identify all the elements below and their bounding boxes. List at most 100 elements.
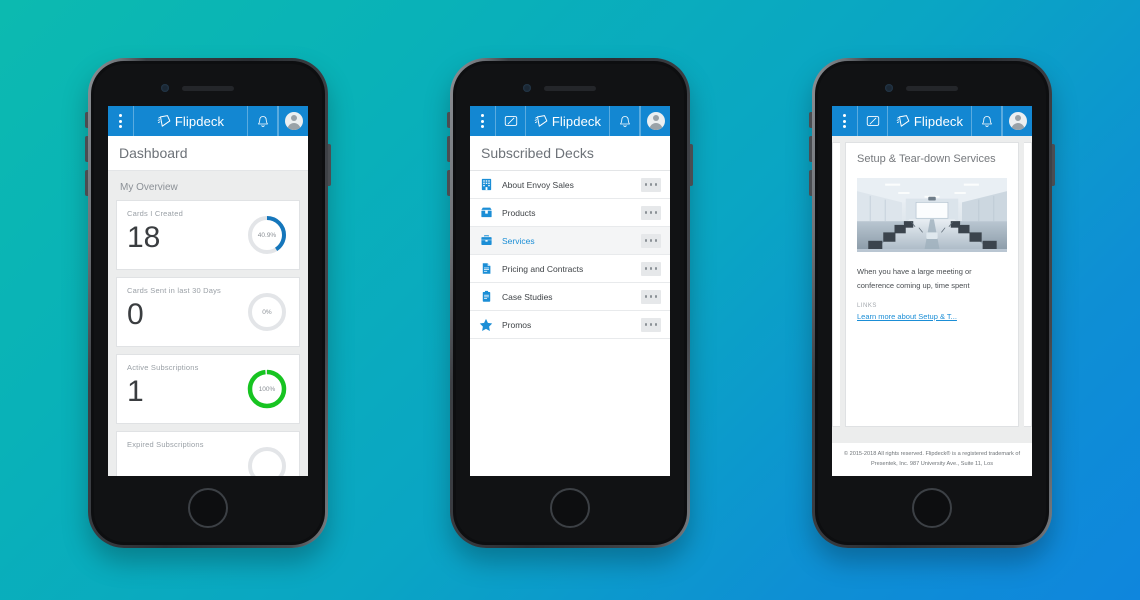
deck-row-products[interactable]: Products — [470, 199, 670, 227]
flipdeck-logo-icon — [896, 114, 910, 127]
kebab-menu-icon — [119, 114, 122, 128]
poster-stage: Flipdeck Dashboard My Overview Cards I C… — [0, 0, 1140, 600]
user-avatar-button[interactable] — [278, 106, 308, 136]
card-link[interactable]: Learn more about Setup & T... — [857, 312, 1007, 321]
user-avatar-icon — [1008, 112, 1027, 130]
brand-logo[interactable]: Flipdeck — [526, 106, 610, 136]
deck-row-case-studies[interactable]: Case Studies — [470, 283, 670, 311]
stat-gauge-ring: 40.9% — [245, 213, 289, 257]
user-avatar-button[interactable] — [1002, 106, 1032, 136]
stat-card-active-subscriptions[interactable]: Active Subscriptions 1 100% — [116, 354, 300, 424]
silent-switch[interactable] — [447, 112, 450, 128]
power-button[interactable] — [690, 144, 693, 186]
kebab-menu-icon — [481, 114, 484, 128]
stat-percent-label: 40.9% — [257, 231, 277, 239]
kebab-menu-icon — [843, 114, 846, 128]
deck-name: Pricing and Contracts — [502, 263, 584, 274]
volume-up-button[interactable] — [447, 136, 450, 162]
silent-switch[interactable] — [809, 112, 812, 128]
stat-percent-label: 100% — [258, 385, 276, 393]
volume-down-button[interactable] — [85, 170, 88, 196]
create-card-button[interactable] — [496, 106, 526, 136]
home-button[interactable] — [550, 488, 590, 528]
screen-subscribed-decks: Flipdeck Subscribed Decks About Envoy Sa… — [470, 106, 670, 476]
stat-card-cards-created[interactable]: Cards I Created 18 40.9% — [116, 200, 300, 270]
stat-gauge-ring: 100% — [245, 367, 289, 411]
create-card-button[interactable] — [858, 106, 888, 136]
phone-body: Flipdeck Setup & Tear-down Services When… — [815, 61, 1049, 545]
create-card-icon — [504, 116, 517, 126]
brand-logo[interactable]: Flipdeck — [888, 106, 972, 136]
notification-bell-icon — [981, 115, 992, 127]
deck-row-pricing-and-contracts[interactable]: Pricing and Contracts — [470, 255, 670, 283]
user-avatar-button[interactable] — [640, 106, 670, 136]
links-label: LINKS — [857, 302, 877, 309]
stat-card-cards-sent[interactable]: Cards Sent in last 30 Days 0 0% — [116, 277, 300, 347]
volume-up-button[interactable] — [809, 136, 812, 162]
section-label-my-overview: My Overview — [120, 182, 178, 193]
page-title: Dashboard — [108, 136, 308, 171]
box-icon — [479, 206, 493, 220]
document-icon — [479, 262, 493, 276]
stat-card-expired-subscriptions[interactable]: Expired Subscriptions — [116, 431, 300, 476]
deck-name: Products — [502, 207, 536, 218]
notification-bell-icon — [619, 115, 630, 127]
notifications-button[interactable] — [248, 106, 278, 136]
earpiece-speaker — [182, 86, 234, 91]
phone-bezel: Flipdeck Subscribed Decks About Envoy Sa… — [456, 64, 684, 542]
volume-down-button[interactable] — [809, 170, 812, 196]
user-avatar-icon — [646, 112, 665, 130]
home-button[interactable] — [188, 488, 228, 528]
card-carousel[interactable]: Setup & Tear-down Services When you have… — [832, 136, 1032, 444]
deck-more-options-button[interactable] — [641, 317, 661, 332]
phone-body: Flipdeck Subscribed Decks About Envoy Sa… — [453, 61, 687, 545]
deck-row-about-envoy-sales[interactable]: About Envoy Sales — [470, 171, 670, 199]
deck-more-options-button[interactable] — [641, 177, 661, 192]
brand-logo[interactable]: Flipdeck — [134, 106, 248, 136]
screen-dashboard: Flipdeck Dashboard My Overview Cards I C… — [108, 106, 308, 476]
deck-name: Promos — [502, 319, 532, 330]
footer-copyright: © 2015-2018 All rights reserved. Flipdec… — [832, 443, 1032, 476]
home-button[interactable] — [912, 488, 952, 528]
previous-card-preview[interactable] — [832, 142, 840, 428]
notifications-button[interactable] — [610, 106, 640, 136]
kebab-menu-button[interactable] — [108, 106, 134, 136]
phone-dashboard: Flipdeck Dashboard My Overview Cards I C… — [85, 58, 331, 548]
next-card-preview[interactable] — [1024, 142, 1032, 428]
card-title: Setup & Tear-down Services — [857, 153, 996, 165]
conference-room-photo — [857, 177, 1007, 252]
kebab-menu-button[interactable] — [470, 106, 496, 136]
volume-down-button[interactable] — [447, 170, 450, 196]
phone-bezel: Flipdeck Dashboard My Overview Cards I C… — [94, 64, 322, 542]
deck-more-options-button[interactable] — [641, 233, 661, 248]
deck-row-promos[interactable]: Promos — [470, 311, 670, 339]
kebab-menu-button[interactable] — [832, 106, 858, 136]
screen-card-viewer: Flipdeck Setup & Tear-down Services When… — [832, 106, 1032, 476]
phone-bezel: Flipdeck Setup & Tear-down Services When… — [818, 64, 1046, 542]
deck-list: About Envoy Sales Products Services Pric… — [470, 171, 670, 476]
deck-more-options-button[interactable] — [641, 205, 661, 220]
star-icon — [479, 318, 493, 332]
volume-up-button[interactable] — [85, 136, 88, 162]
flipdeck-logo-icon — [534, 114, 548, 127]
notifications-button[interactable] — [972, 106, 1002, 136]
phone-subscribed-decks: Flipdeck Subscribed Decks About Envoy Sa… — [447, 58, 693, 548]
power-button[interactable] — [1052, 144, 1055, 186]
deck-more-options-button[interactable] — [641, 289, 661, 304]
deck-more-options-button[interactable] — [641, 261, 661, 276]
brand-name: Flipdeck — [551, 113, 602, 129]
deck-name: Services — [502, 235, 535, 246]
silent-switch[interactable] — [85, 112, 88, 128]
stat-gauge-ring: 0% — [245, 290, 289, 334]
app-bar: Flipdeck — [108, 106, 308, 136]
user-avatar-icon — [284, 112, 303, 130]
stat-percent-label: 0% — [262, 308, 272, 316]
deck-row-services[interactable]: Services — [470, 227, 670, 255]
card-description: When you have a large meeting or confere… — [857, 266, 972, 290]
phone-body: Flipdeck Dashboard My Overview Cards I C… — [91, 61, 325, 545]
flip-card[interactable]: Setup & Tear-down Services When you have… — [845, 142, 1019, 428]
power-button[interactable] — [328, 144, 331, 186]
page-title: Subscribed Decks — [470, 136, 670, 171]
earpiece-speaker — [544, 86, 596, 91]
stat-gauge-ring — [245, 444, 289, 476]
